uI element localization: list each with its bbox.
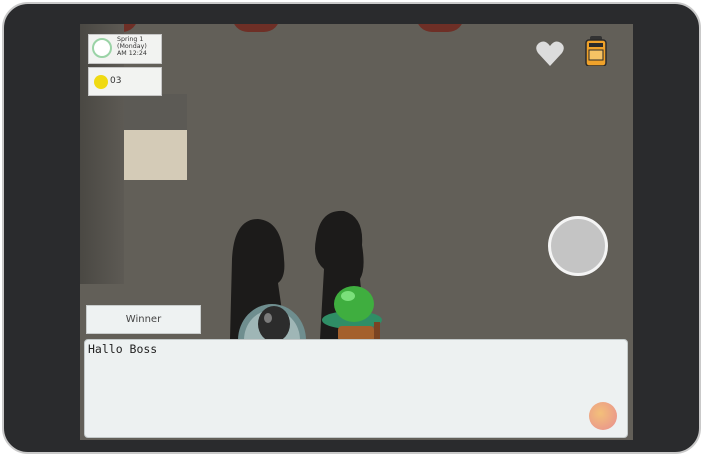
- date-time-label: Spring 1 (Monday) AM 12:24: [117, 36, 147, 57]
- time-label: AM 12:24: [117, 50, 147, 57]
- ceiling-lamp: [416, 24, 464, 32]
- npc-winner[interactable]: [236, 294, 308, 344]
- season-label: Spring 1: [117, 36, 144, 43]
- dialog-box[interactable]: Hallo Boss: [84, 339, 628, 438]
- clock-icon: [92, 38, 112, 58]
- heart-icon[interactable]: [535, 40, 565, 68]
- dialog-next-button[interactable]: [589, 402, 617, 430]
- dialog-text: Hallo Boss: [88, 342, 158, 356]
- clock-panel: Spring 1 (Monday) AM 12:24: [88, 34, 162, 64]
- action-button[interactable]: [548, 216, 608, 276]
- npc-name-tag: Winner: [86, 305, 201, 334]
- crate-shadow: [124, 94, 187, 132]
- weekday-label: (Monday): [117, 43, 147, 50]
- money-panel: 03: [88, 67, 162, 96]
- coin-icon: [94, 75, 108, 89]
- tablet-frame: Spring 1 (Monday) AM 12:24 03 Winner Hal…: [2, 2, 701, 454]
- backpack-icon[interactable]: [585, 36, 607, 66]
- ceiling-lamp: [232, 24, 280, 32]
- wooden-crate[interactable]: [124, 130, 187, 180]
- player-character[interactable]: [318, 282, 388, 342]
- game-viewport[interactable]: Spring 1 (Monday) AM 12:24 03 Winner Hal…: [80, 24, 633, 440]
- money-amount: 03: [110, 76, 122, 86]
